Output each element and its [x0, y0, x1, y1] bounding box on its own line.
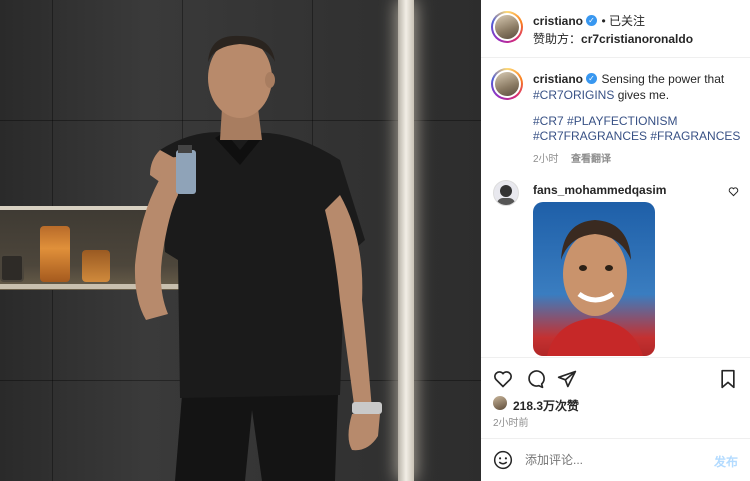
save-bookmark-icon[interactable]: [716, 367, 740, 391]
post-header: cristiano ✓ • 已关注: [533, 12, 645, 30]
sponsor-label: 赞助方：: [533, 32, 582, 46]
divider: [481, 438, 750, 439]
post-image[interactable]: [0, 0, 481, 481]
hashtag-line[interactable]: #CR7FRAGRANCES #FRAGRANCES: [533, 129, 740, 144]
emoji-icon[interactable]: [491, 448, 515, 472]
caption-tail: gives me.: [614, 88, 670, 102]
post-comment-button[interactable]: 发布: [714, 453, 738, 470]
hashtag-line[interactable]: #CR7 #PLAYFECTIONISM: [533, 114, 740, 129]
caption: cristiano ✓ Sensing the power that #CR7OR…: [533, 71, 743, 103]
commenter-username[interactable]: fans_mohammedqasim: [533, 183, 666, 197]
author-avatar[interactable]: [491, 11, 523, 43]
commenter-avatar[interactable]: [493, 180, 519, 206]
divider: [481, 357, 750, 358]
sponsor-link[interactable]: cr7cristianoronaldo: [581, 32, 693, 46]
sponsor-line: 赞助方：cr7cristianoronaldo: [533, 30, 693, 47]
hashtag-cr7origins[interactable]: #CR7ORIGINS: [533, 88, 614, 102]
person-figure: [134, 35, 382, 481]
see-translation-link[interactable]: 查看翻译: [571, 154, 611, 165]
caption-author[interactable]: cristiano: [533, 72, 583, 86]
comment-like-heart-icon[interactable]: [726, 184, 740, 198]
verified-icon: ✓: [586, 73, 598, 85]
post-time[interactable]: 2小时前: [493, 414, 529, 429]
like-heart-icon[interactable]: [491, 367, 515, 391]
caption-text: Sensing the power that: [601, 72, 725, 86]
comment-image[interactable]: [533, 202, 655, 356]
author-username[interactable]: cristiano: [533, 14, 583, 28]
comment-bubble-icon[interactable]: [523, 367, 547, 391]
like-count[interactable]: 218.3万次赞: [513, 397, 579, 414]
caption-time: 2小时: [533, 154, 559, 165]
hashtag-block: #CR7 #PLAYFECTIONISM #CR7FRAGRANCES #FRA…: [533, 114, 740, 144]
post-sidebar: cristiano ✓ • 已关注 赞助方：cr7cristianoronaldo…: [481, 0, 750, 481]
follow-status-button[interactable]: 已关注: [609, 14, 645, 28]
dot-separator: •: [601, 14, 610, 28]
caption-author-avatar[interactable]: [491, 68, 523, 100]
caption-meta: 2小时 查看翻译: [533, 149, 611, 167]
verified-icon: ✓: [586, 15, 598, 27]
comment-input[interactable]: [525, 451, 695, 469]
liker-avatar[interactable]: [492, 395, 508, 411]
share-paper-plane-icon[interactable]: [555, 367, 579, 391]
divider: [481, 57, 750, 58]
